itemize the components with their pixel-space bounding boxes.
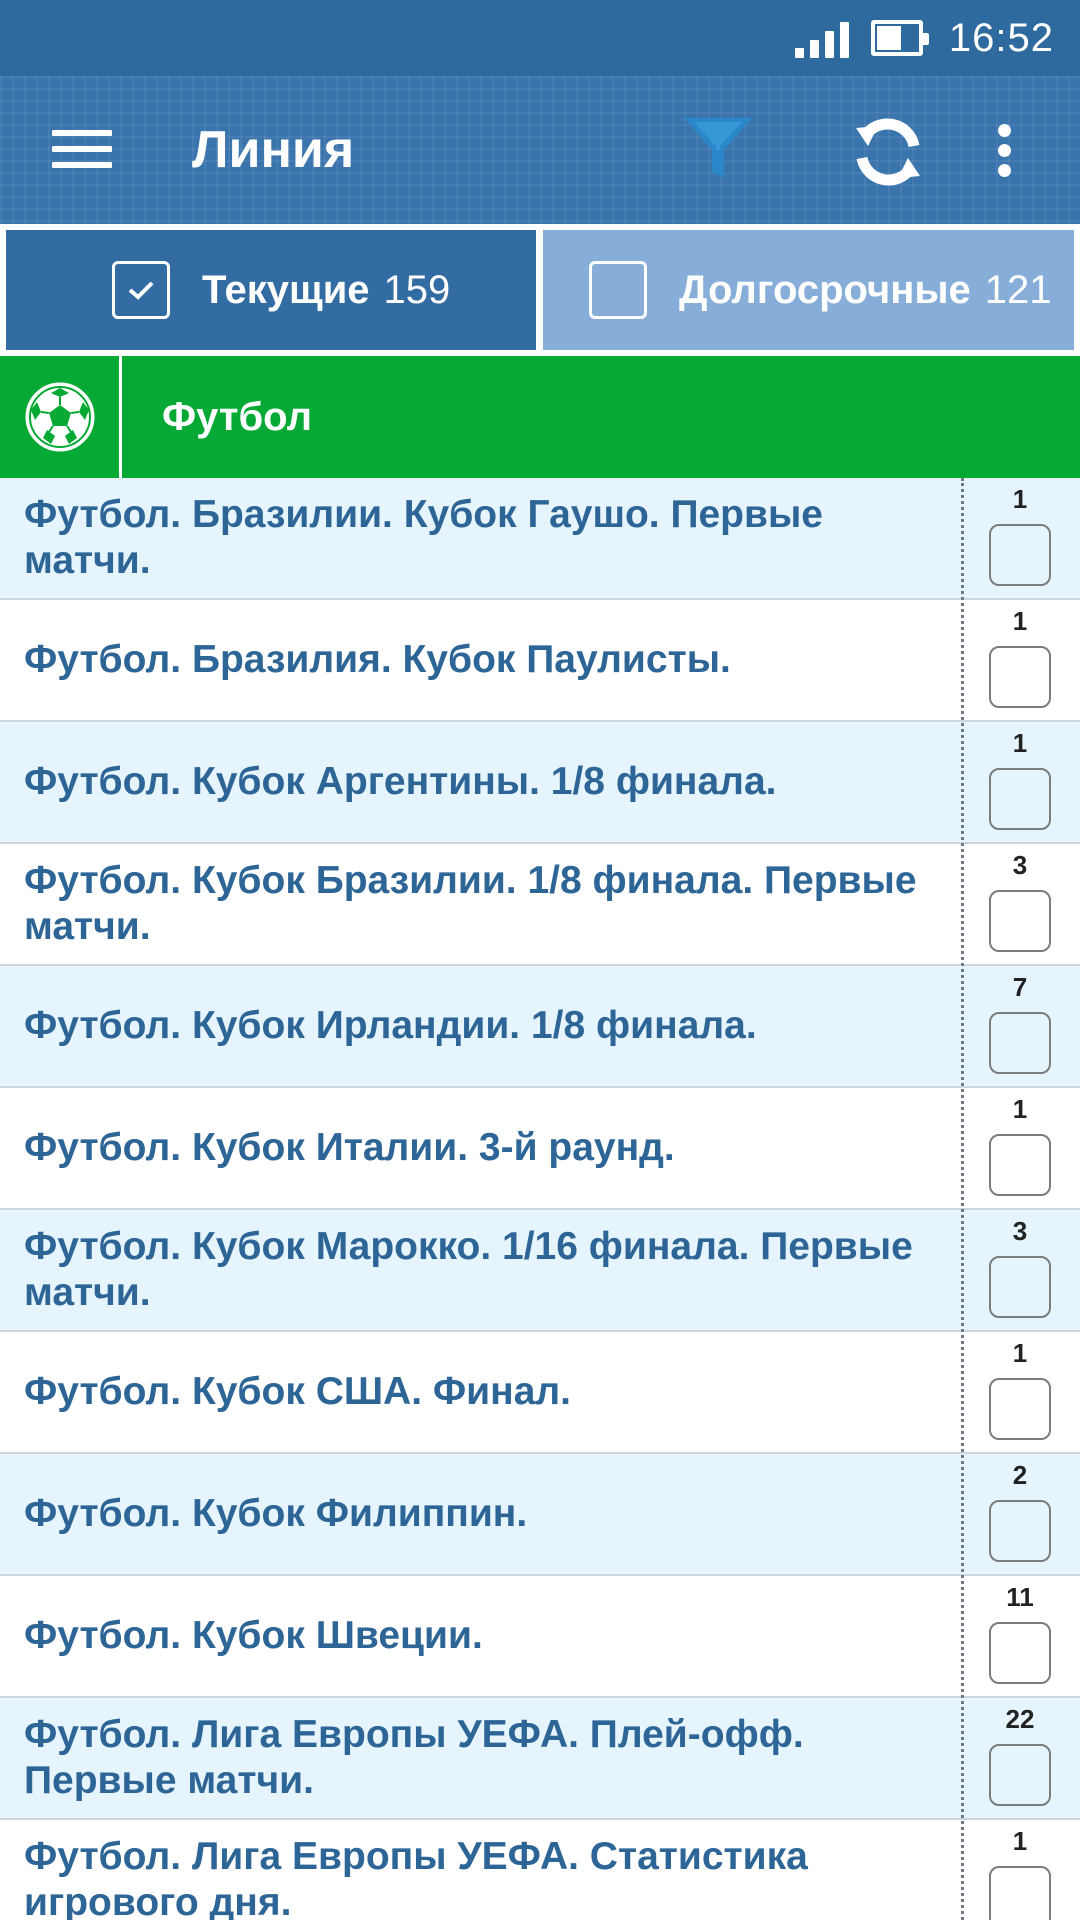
league-checkbox[interactable]: [989, 890, 1051, 952]
tab-long-term[interactable]: Долгосрочные 121: [543, 230, 1074, 350]
list-item[interactable]: Футбол. Бразилия. Кубок Паулисты. 1: [0, 600, 1080, 722]
list-item[interactable]: Футбол. Кубок США. Финал. 1: [0, 1332, 1080, 1454]
league-name: Футбол. Кубок Филиппин.: [24, 1492, 528, 1535]
page-title: Линия: [192, 121, 355, 179]
filter-icon[interactable]: [680, 112, 756, 188]
more-vert-icon[interactable]: [992, 120, 1022, 180]
league-name: Футбол. Кубок Марокко. 1/16 финала. Перв…: [24, 1225, 913, 1314]
event-count: 2: [1012, 1460, 1028, 1490]
event-count: 1: [1012, 606, 1028, 636]
league-checkbox[interactable]: [989, 1256, 1051, 1318]
league-checkbox[interactable]: [989, 1622, 1051, 1684]
tab-bar: Текущие 159 Долгосрочные 121: [0, 224, 1080, 356]
league-checkbox[interactable]: [989, 1012, 1051, 1074]
list-item[interactable]: Футбол. Кубок Аргентины. 1/8 финала. 1: [0, 722, 1080, 844]
league-checkbox[interactable]: [989, 1378, 1051, 1440]
soccer-ball-icon: [0, 356, 122, 478]
tab-current[interactable]: Текущие 159: [6, 230, 536, 350]
league-checkbox[interactable]: [989, 646, 1051, 708]
hamburger-menu-icon[interactable]: [52, 126, 112, 172]
status-bar: 16:52: [0, 0, 1080, 76]
league-name: Футбол. Бразилии. Кубок Гаушо. Первые ма…: [24, 493, 823, 582]
list-item[interactable]: Футбол. Кубок Бразилии. 1/8 финала. Перв…: [0, 844, 1080, 966]
tab-long-term-label: Долгосрочные: [679, 267, 971, 312]
event-count: 1: [1012, 484, 1028, 514]
event-count: 3: [1012, 850, 1028, 880]
league-name: Футбол. Кубок Швеции.: [24, 1614, 483, 1657]
list-item[interactable]: Футбол. Лига Европы УЕФА. Плей-офф. Перв…: [0, 1698, 1080, 1820]
event-count: 1: [1012, 1826, 1028, 1856]
list-item[interactable]: Футбол. Лига Европы УЕФА. Статистика игр…: [0, 1820, 1080, 1920]
list-item[interactable]: Футбол. Кубок Швеции. 11: [0, 1576, 1080, 1698]
league-list: Футбол. Бразилии. Кубок Гаушо. Первые ма…: [0, 478, 1080, 1920]
league-checkbox[interactable]: [989, 1134, 1051, 1196]
league-checkbox[interactable]: [989, 524, 1051, 586]
event-count: 7: [1012, 972, 1028, 1002]
league-checkbox[interactable]: [989, 1744, 1051, 1806]
sport-title: Футбол: [162, 394, 313, 439]
event-count: 22: [1005, 1704, 1035, 1734]
league-checkbox[interactable]: [989, 1866, 1051, 1920]
league-name: Футбол. Кубок Италии. 3-й раунд.: [24, 1126, 675, 1169]
tab-current-count: 159: [383, 267, 451, 312]
tab-long-term-count: 121: [984, 267, 1052, 312]
league-name: Футбол. Кубок Ирландии. 1/8 финала.: [24, 1004, 757, 1047]
tab-current-label: Текущие: [202, 267, 370, 312]
battery-icon: [870, 20, 929, 56]
league-name: Футбол. Кубок США. Финал.: [24, 1370, 572, 1413]
event-count: 1: [1012, 1338, 1028, 1368]
league-name: Футбол. Бразилия. Кубок Паулисты.: [24, 638, 731, 681]
list-item[interactable]: Футбол. Кубок Ирландии. 1/8 финала. 7: [0, 966, 1080, 1088]
league-name: Футбол. Кубок Бразилии. 1/8 финала. Перв…: [24, 859, 917, 948]
league-checkbox[interactable]: [989, 768, 1051, 830]
league-name: Футбол. Лига Европы УЕФА. Статистика игр…: [24, 1835, 808, 1920]
league-name: Футбол. Кубок Аргентины. 1/8 финала.: [24, 760, 777, 803]
event-count: 1: [1012, 728, 1028, 758]
checkbox-empty-icon[interactable]: [589, 261, 647, 319]
event-count: 3: [1012, 1216, 1028, 1246]
list-item[interactable]: Футбол. Кубок Филиппин. 2: [0, 1454, 1080, 1576]
event-count: 11: [1006, 1582, 1034, 1612]
refresh-icon[interactable]: [848, 112, 928, 192]
league-name: Футбол. Лига Европы УЕФА. Плей-офф. Перв…: [24, 1713, 804, 1802]
sport-header[interactable]: Футбол: [0, 356, 1080, 478]
clock: 16:52: [948, 15, 1054, 60]
list-item[interactable]: Футбол. Кубок Марокко. 1/16 финала. Перв…: [0, 1210, 1080, 1332]
list-item[interactable]: Футбол. Кубок Италии. 3-й раунд. 1: [0, 1088, 1080, 1210]
list-item[interactable]: Футбол. Бразилии. Кубок Гаушо. Первые ма…: [0, 478, 1080, 600]
app-bar: Линия: [0, 76, 1080, 224]
event-count: 1: [1012, 1094, 1028, 1124]
league-checkbox[interactable]: [989, 1500, 1051, 1562]
signal-icon: [794, 18, 849, 58]
column-divider: [961, 478, 964, 1920]
checkbox-checked-icon[interactable]: [112, 261, 170, 319]
